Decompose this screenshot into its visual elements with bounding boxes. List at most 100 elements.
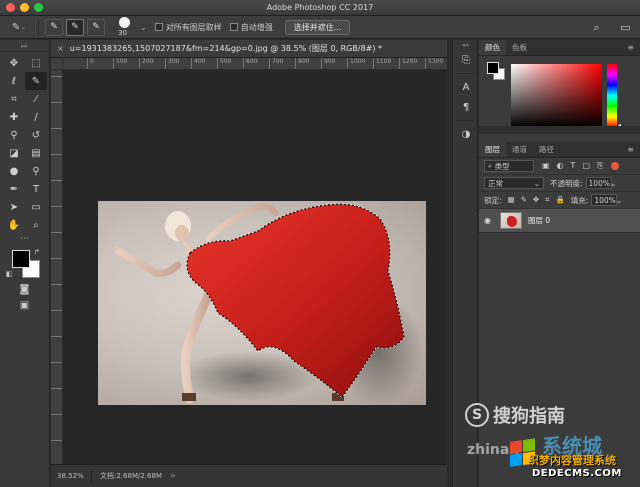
hue-slider[interactable] [607,64,617,127]
tool-preset-picker[interactable]: ✎ ⌄ [6,19,32,36]
zoom-level[interactable]: 38.52% [51,472,84,480]
history-brush-icon[interactable]: ↺ [25,126,47,144]
photo-canvas[interactable] [98,201,426,405]
canvas-area[interactable] [63,70,447,464]
dock-grip-icon[interactable]: ◂◂ [453,40,477,50]
layer-name[interactable]: 图层 0 [528,215,550,226]
type-filter-icon[interactable]: T [571,161,576,171]
document-tab[interactable]: × u=1931383265,1507027187&fm=214&gp=0.jp… [51,40,447,58]
lock-all-icon[interactable]: 🔒 [555,195,564,205]
search-icon[interactable]: ⌕ [588,19,605,36]
eyedropper-icon[interactable]: ⁄ [25,90,47,108]
auto-enhance-checkbox[interactable]: 自动增强 [229,22,273,33]
gradient-icon[interactable]: ▤ [25,144,47,162]
opacity-field[interactable]: 100% ⌄ [585,177,616,189]
vertical-ruler[interactable] [51,58,63,464]
ruler-tick: 800 [295,58,309,69]
workspace-icon[interactable]: ▭ [617,19,634,36]
shape-filter-icon[interactable]: ▢ [582,161,590,171]
document-size-info[interactable]: 文档:2.68M/2.68M [100,471,162,481]
tab-channels[interactable]: 通道 [506,142,533,157]
adjustment-filter-icon[interactable]: ◐ [557,161,564,171]
lasso-icon[interactable]: ℓ [3,72,25,90]
filter-toggle[interactable] [611,162,620,170]
marquee-icon[interactable]: ⬚ [25,54,47,72]
dodge-icon[interactable]: ⚲ [25,162,47,180]
zoom-icon[interactable]: ⌕ [25,216,47,234]
blend-row: 正常 ⌄ 不透明度: 100% ⌄ [479,175,640,192]
foreground-color-swatch[interactable] [487,62,499,74]
screen-mode-icon[interactable]: ▣ [0,300,49,316]
smart-object-filter-icon[interactable]: ⎘ [597,161,603,171]
quick-selection-icon[interactable]: ✎ [25,72,47,90]
new-selection-button[interactable]: ✎ [45,18,63,36]
quick-mask-icon[interactable]: ◙ [0,284,49,300]
tab-layers[interactable]: 图层 [479,142,506,157]
clone-stamp-icon[interactable]: ⚲ [3,126,25,144]
eye-icon[interactable]: ◉ [484,216,496,225]
more-tools-icon[interactable]: ··· [0,235,49,246]
brush-picker[interactable]: 30 [114,17,138,37]
close-icon[interactable]: × [57,44,64,53]
pixel-filter-icon[interactable]: ▣ [542,161,550,171]
tab-swatches[interactable]: 色板 [506,40,533,55]
checkbox-box[interactable] [154,23,163,31]
dede-watermark-text: 织梦内容管理系统 [528,454,616,467]
search-icon: ⌕ [488,161,493,170]
ruler-tick: 1000 [347,58,365,69]
ruler-tick [51,180,62,181]
layer-thumbnail[interactable] [500,212,522,229]
adjustments-panel-icon[interactable]: ◑ [453,124,479,144]
type-icon[interactable]: T [25,180,47,198]
divider [456,120,474,121]
subtract-from-selection-button[interactable]: ✎ [87,18,105,36]
move-icon[interactable]: ✥ [3,54,25,72]
tab-color[interactable]: 颜色 [479,40,506,55]
select-and-mask-button[interactable]: 选择并遮住... [284,19,351,35]
collapse-toolbox-icon[interactable]: ▸▸ [0,40,49,52]
lock-image-icon[interactable]: ✎ [521,195,527,205]
ruler-tick [51,76,62,77]
rectangle-icon[interactable]: ▭ [25,198,47,216]
layer-row[interactable]: ◉ 图层 0 [479,209,640,233]
add-to-selection-button[interactable]: ✎ [66,18,84,36]
ruler-tick: 400 [191,58,205,69]
sample-all-layers-checkbox[interactable]: 对所有图层取样 [154,22,222,33]
ruler-tick: 0 [87,58,94,69]
hand-icon[interactable]: ✋ [3,216,25,234]
default-colors-icon[interactable]: ◧ [6,270,13,278]
eraser-icon[interactable]: ◪ [3,144,25,162]
character-panel-icon[interactable]: A [453,77,479,97]
swap-colors-icon[interactable]: ↱ [34,248,40,256]
foreground-color-swatch[interactable] [12,250,30,268]
chevron-down-icon[interactable]: ⌄ [140,23,147,32]
brush-icon[interactable]: ∕ [25,108,47,126]
healing-icon[interactable]: ✚ [3,108,25,126]
path-selection-icon[interactable]: ➤ [3,198,25,216]
ruler-origin[interactable] [51,58,63,70]
panel-divider [479,126,640,134]
fill-label: 填充: [570,195,589,205]
tab-paths[interactable]: 路径 [533,142,560,157]
ruler-tick [51,414,62,415]
brush-size-value: 30 [118,29,127,37]
lock-artboard-icon[interactable]: ⌗ [545,195,549,205]
lock-transparent-icon[interactable]: ▦ [508,195,515,205]
panel-menu-icon[interactable]: ≡ [627,43,634,52]
checkbox-box[interactable] [229,23,238,31]
horizontal-ruler[interactable]: 0 100 200 300 400 500 600 700 800 900 1000 1100 1200… [63,58,447,70]
layer-kind-filter[interactable]: ⌕ 类型 [484,160,534,172]
blur-icon[interactable]: ● [3,162,25,180]
color-field[interactable] [511,64,602,127]
blend-mode-select[interactable]: 正常 ⌄ [484,177,544,189]
panel-menu-icon[interactable]: ≡ [627,145,634,154]
layer-kind-label: 类型 [494,161,510,171]
fill-field[interactable]: 100% ⌄ [591,194,622,206]
properties-panel-icon[interactable]: ⎘ [453,50,479,70]
status-menu-arrow[interactable]: > [170,472,176,480]
pen-icon[interactable]: ✒ [3,180,25,198]
lock-position-icon[interactable]: ✥ [533,195,539,205]
crop-icon[interactable]: ⌗ [3,90,25,108]
title-bar: Adobe Photoshop CC 2017 [0,0,640,16]
paragraph-panel-icon[interactable]: ¶ [453,97,479,117]
